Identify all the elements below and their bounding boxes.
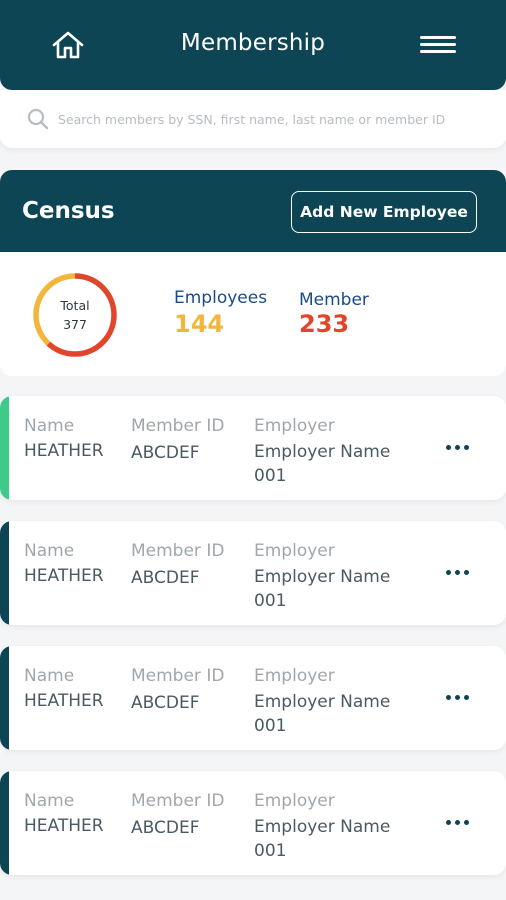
top-app-bar: Membership	[0, 0, 506, 90]
employer-label: Employer	[254, 791, 335, 811]
census-header: Census Add New Employee	[0, 170, 506, 252]
name-value: HEATHER	[24, 691, 104, 711]
search-bar	[0, 90, 506, 148]
employer-value: Employer Name 001	[254, 442, 391, 486]
card-accent-bar	[0, 771, 9, 875]
member-card[interactable]: Name HEATHER Member ID ABCDEF Employer E…	[0, 646, 506, 750]
employer-label: Employer	[254, 541, 335, 561]
member-id-label: Member ID	[131, 416, 225, 436]
employer-value: Employer Name 001	[254, 817, 391, 861]
member-id-label: Member ID	[131, 541, 225, 561]
card-accent-bar	[0, 646, 9, 750]
search-icon	[27, 108, 49, 130]
employer-value: Employer Name 001	[254, 692, 391, 736]
name-label: Name	[24, 666, 75, 686]
member-id-value: ABCDEF	[131, 568, 200, 588]
member-card[interactable]: Name HEATHER Member ID ABCDEF Employer E…	[0, 521, 506, 625]
census-summary: Total 377 Employees 144 Member 233	[0, 252, 506, 376]
employer-label: Employer	[254, 666, 335, 686]
more-options-icon[interactable]	[446, 815, 474, 829]
name-value: HEATHER	[24, 816, 104, 836]
employees-value: 144	[174, 310, 225, 338]
search-input[interactable]	[58, 104, 488, 134]
employees-label: Employees	[174, 288, 268, 308]
employer-label: Employer	[254, 416, 335, 436]
member-id-value: ABCDEF	[131, 443, 200, 463]
member-card[interactable]: Name HEATHER Member ID ABCDEF Employer E…	[0, 396, 506, 500]
name-value: HEATHER	[24, 441, 104, 461]
more-options-icon[interactable]	[446, 440, 474, 454]
member-id-label: Member ID	[131, 666, 225, 686]
menu-line	[420, 43, 456, 46]
hamburger-menu-icon[interactable]	[420, 36, 456, 58]
member-id-label: Member ID	[131, 791, 225, 811]
menu-line	[420, 50, 456, 53]
member-id-value: ABCDEF	[131, 818, 200, 838]
name-label: Name	[24, 541, 75, 561]
member-id-value: ABCDEF	[131, 693, 200, 713]
menu-line	[420, 36, 456, 39]
total-label: Total	[60, 298, 90, 313]
name-label: Name	[24, 416, 75, 436]
card-accent-bar	[0, 521, 9, 625]
employer-value: Employer Name 001	[254, 567, 391, 611]
member-card[interactable]: Name HEATHER Member ID ABCDEF Employer E…	[0, 771, 506, 875]
more-options-icon[interactable]	[446, 565, 474, 579]
more-options-icon[interactable]	[446, 690, 474, 704]
donut-center-text: Total 377	[30, 270, 120, 360]
total-value: 377	[63, 317, 87, 332]
add-new-employee-button[interactable]: Add New Employee	[291, 191, 477, 233]
member-label: Member	[299, 290, 369, 310]
card-accent-bar	[0, 396, 9, 500]
name-value: HEATHER	[24, 566, 104, 586]
census-title: Census	[22, 198, 115, 224]
member-value: 233	[299, 310, 350, 338]
name-label: Name	[24, 791, 75, 811]
